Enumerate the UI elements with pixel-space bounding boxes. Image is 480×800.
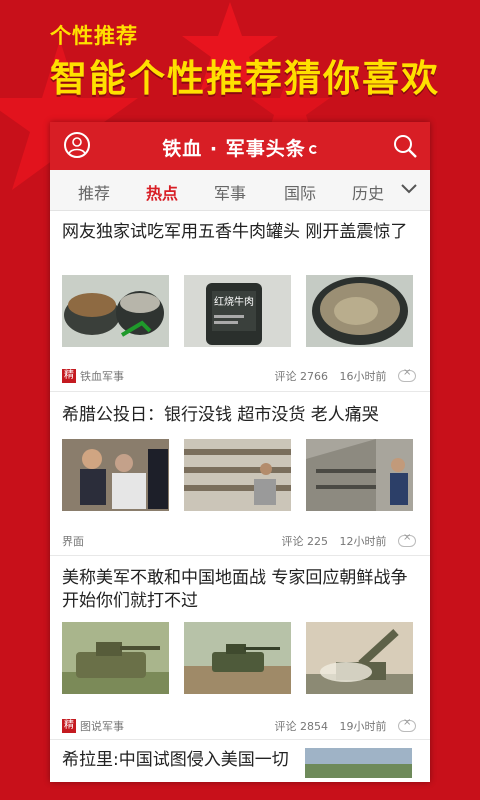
news-source: 图说军事 [80, 720, 124, 733]
thumbnail-image[interactable] [184, 439, 291, 511]
news-title[interactable]: 希腊公投日：银行没钱 超市没货 老人痛哭 [62, 404, 416, 427]
news-item[interactable]: 美称美军不敢和中国地面战 专家回应朝鲜战争开始你们就打不过 精 图说军事 评论 … [50, 556, 430, 740]
thumbnail-row [62, 439, 413, 511]
featured-badge: 精 [62, 719, 76, 733]
promo-tagline-big: 智能个性推荐猜你喜欢 [50, 57, 440, 100]
dismiss-icon[interactable] [398, 532, 416, 547]
app-title: 铁血 · 军事头条 [50, 134, 430, 161]
can-label-text: 红烧牛肉 [214, 295, 254, 308]
news-title[interactable]: 美称美军不敢和中国地面战 专家回应朝鲜战争开始你们就打不过 [62, 567, 416, 613]
news-item[interactable]: 希腊公投日：银行没钱 超市没货 老人痛哭 界面 评论 225 12小时前 × [50, 392, 430, 556]
news-title[interactable]: 希拉里:中国试图侵入美国一切 [62, 749, 300, 772]
news-source: 界面 [62, 535, 84, 548]
tab-hot[interactable]: 热点 [146, 180, 178, 204]
thumbnail-image[interactable] [306, 439, 413, 511]
thumbnail-image[interactable] [62, 622, 169, 694]
featured-badge: 精 [62, 369, 76, 383]
tab-history[interactable]: 历史 [352, 180, 384, 204]
tab-international[interactable]: 国际 [284, 180, 316, 204]
thumbnail-image[interactable] [306, 275, 413, 347]
news-item[interactable]: 网友独家试吃军用五香牛肉罐头 刚开盖震惊了 红烧牛肉 精 铁血军事 评论 276… [50, 211, 430, 392]
thumbnail-row: 红烧牛肉 [62, 275, 413, 347]
news-meta: 界面 评论 225 12小时前 [62, 532, 416, 549]
comment-count: 评论 2854 [274, 720, 329, 733]
thumbnail-image[interactable] [62, 275, 169, 347]
dismiss-icon[interactable] [398, 717, 416, 732]
news-meta: 精铁血军事 评论 2766 16小时前 [62, 367, 416, 384]
thumbnail-image[interactable] [305, 748, 412, 778]
thumbnail-image[interactable] [62, 439, 169, 511]
news-source: 铁血军事 [80, 370, 124, 383]
thumbnail-row [62, 622, 413, 694]
news-feed: 网友独家试吃军用五香牛肉罐头 刚开盖震惊了 红烧牛肉 精 铁血军事 评论 276… [50, 211, 430, 782]
thumbnail-image[interactable] [306, 622, 413, 694]
tab-recommend[interactable]: 推荐 [78, 180, 110, 204]
news-item[interactable]: 希拉里:中国试图侵入美国一切 [50, 740, 430, 782]
comment-count: 评论 2766 [274, 370, 329, 383]
publish-time: 16小时前 [339, 370, 387, 383]
category-tabs: 推荐 热点 军事 国际 历史 [50, 170, 430, 211]
news-meta: 精图说军事 评论 2854 19小时前 [62, 717, 416, 734]
app-header: 铁血 · 军事头条 [50, 122, 430, 170]
news-title[interactable]: 网友独家试吃军用五香牛肉罐头 刚开盖震惊了 [62, 221, 416, 244]
thumbnail-image[interactable] [184, 622, 291, 694]
search-icon[interactable] [392, 133, 418, 159]
thumbnail-image[interactable]: 红烧牛肉 [184, 275, 291, 347]
app-screen: 铁血 · 军事头条 推荐 热点 军事 国际 历史 网友独家试吃军用五香牛肉罐头 … [50, 122, 430, 782]
chevron-down-icon[interactable] [400, 182, 418, 196]
refresh-icon [308, 145, 318, 154]
promo-tagline-small: 个性推荐 [50, 24, 138, 48]
publish-time: 12小时前 [339, 535, 387, 548]
comment-count: 评论 225 [281, 535, 329, 548]
tab-military[interactable]: 军事 [214, 180, 246, 204]
publish-time: 19小时前 [339, 720, 387, 733]
dismiss-icon[interactable] [398, 367, 416, 382]
